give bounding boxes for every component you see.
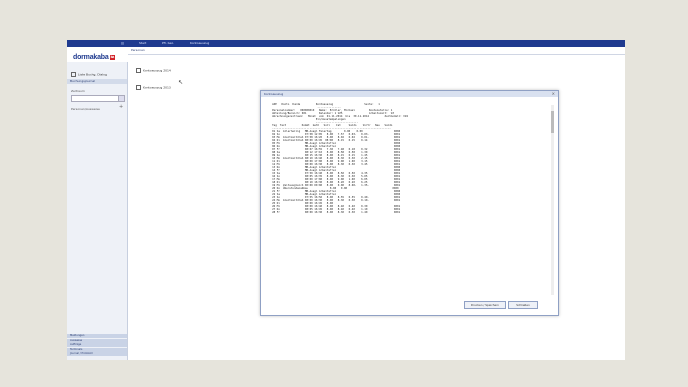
application-window: ||| Start Pfl. bez. Kontoauszug dormakab… [67, 40, 625, 360]
calendar-icon[interactable] [118, 95, 125, 102]
period-input[interactable] [71, 95, 119, 102]
sidebar-tab-auftraege[interactable]: Aufträge [67, 343, 127, 347]
tab-strip: Personen [128, 47, 625, 55]
menu-item-kontoauszug[interactable]: Kontoauszug [190, 40, 209, 47]
statement-dialog: Kontoauszug × AZE Konto Kunde Kontoauszu… [260, 90, 559, 316]
report-link-2013[interactable]: Kontoauszug 2013 [136, 85, 171, 90]
report-link-2014[interactable]: Kontoauszug 2014 [136, 68, 171, 73]
scrollbar[interactable] [551, 105, 554, 295]
sidebar-link-liste-buchungen[interactable]: Liste Buchg. Dialog [71, 72, 107, 77]
menu-item-pfl[interactable]: Pfl. bez. [162, 40, 174, 47]
print-button[interactable]: Drucken / Speichern [464, 301, 506, 309]
list-icon [71, 72, 76, 77]
sidebar-tab-meldungen[interactable]: Meldungen [67, 334, 127, 338]
top-menu-bar: ||| Start Pfl. bez. Kontoauszug [67, 40, 625, 47]
report-text: AZE Konto Kunde Kontoauszug Seite: 1 ---… [269, 103, 549, 301]
report-line: 28 Fr 08:00 16:30 8.00 8.30 0.30 1.40 00… [269, 211, 401, 214]
filter-label: Personen/Ausweise [71, 107, 100, 111]
period-label: Zeitraum [71, 89, 85, 93]
dialog-title: Kontoauszug [261, 91, 558, 97]
close-icon[interactable]: × [552, 91, 555, 97]
logo-badge: ka [109, 54, 116, 60]
report-link-label: Kontoauszug 2014 [143, 68, 171, 73]
sidebar-link-label: Liste Buchg. Dialog [78, 72, 107, 77]
sidebar-tab-journal[interactable]: Journal / Protokoll [67, 352, 127, 356]
add-filter-icon[interactable]: + [119, 104, 123, 110]
sidebar-tab-terminals[interactable]: Terminals [67, 347, 127, 352]
mouse-cursor-icon: ↖ [178, 79, 184, 86]
scrollbar-thumb[interactable] [551, 111, 554, 133]
menu-item-start[interactable]: Start [139, 40, 146, 47]
main-area: Personen Kontoauszug 2014 Kontoauszug 20… [128, 47, 625, 360]
sidebar-bottom-tabs: Meldungen Ausweise Aufträge Terminals Jo… [67, 334, 127, 357]
logo: dormakaba ka [73, 54, 116, 61]
document-icon [136, 68, 141, 73]
document-icon [136, 85, 141, 90]
sidebar-tab-ausweise[interactable]: Ausweise [67, 338, 127, 343]
logo-text: dormakaba [73, 54, 109, 61]
close-button[interactable]: Schließen [508, 301, 538, 309]
tab-personen[interactable]: Personen [131, 48, 145, 52]
sidebar: dormakaba ka Liste Buchg. Dialog Buchungs… [67, 54, 128, 360]
sidebar-section-header[interactable]: Buchungsjournal [67, 79, 127, 84]
report-link-label: Kontoauszug 2013 [143, 85, 171, 90]
menu-toggle[interactable]: ||| [121, 40, 124, 47]
